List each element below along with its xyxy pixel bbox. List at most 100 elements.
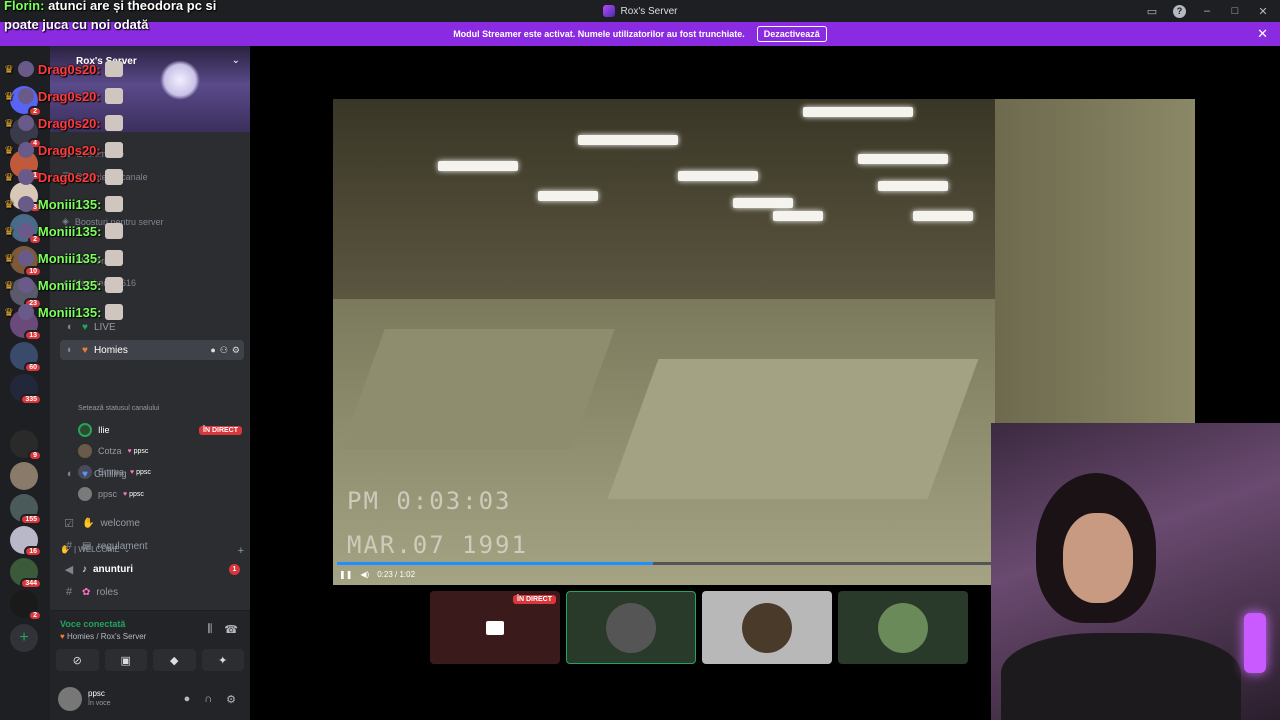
hash-icon: # <box>65 540 73 552</box>
maximize-icon[interactable]: □ <box>1228 4 1242 18</box>
user-panel: ppsc În voce ● ∩ ⚙ <box>50 679 250 720</box>
guild-icon[interactable]: 13 <box>10 310 42 341</box>
guild-icon[interactable]: 344 <box>10 558 42 589</box>
voice-member[interactable]: ppsc ♥ ppsc <box>78 485 242 503</box>
add-server-icon[interactable]: + <box>10 624 38 652</box>
channel-homies[interactable]: ◖ ♥ Homies ● ⚇ ⚙ <box>60 340 244 360</box>
server-logo-icon <box>602 5 615 17</box>
pause-icon[interactable]: ❚❚ <box>339 570 352 579</box>
participant-tile[interactable] <box>838 591 968 664</box>
channel-status[interactable]: Setează statusul canalului <box>78 405 159 412</box>
channel-chilling[interactable]: ◖ ♥ Chilling <box>60 464 244 484</box>
soundboard-button[interactable]: ✦ <box>201 649 244 671</box>
settings-icon[interactable]: ⚙ <box>232 345 240 356</box>
chat-icon[interactable]: ● <box>210 345 215 356</box>
channel-anunturi[interactable]: ◀ ♪ anunturi <box>60 559 244 579</box>
help-icon[interactable]: ? <box>1173 4 1186 18</box>
members-item[interactable]: ⚇ Membri <box>62 255 106 266</box>
member-tag: ♥ ppsc <box>127 447 149 455</box>
stream-tile[interactable]: ÎN DIRECT <box>430 591 560 664</box>
guild-icon[interactable]: 9 <box>10 430 42 461</box>
guild-icon[interactable]: 2 <box>10 214 42 245</box>
volume-icon[interactable]: ◀) <box>360 570 369 579</box>
speaker-icon: ◖ <box>65 468 73 480</box>
guild-icon[interactable]: 155 <box>10 494 42 525</box>
ceiling-light <box>538 191 598 201</box>
noise-suppression-icon[interactable]: ⫼ <box>207 623 212 636</box>
channel-label: Chilling <box>93 468 127 480</box>
progress-fill <box>337 562 653 565</box>
channel-label: Homies <box>93 344 128 356</box>
channel-welcome[interactable]: ☑ ✋ welcome <box>60 513 244 533</box>
ceiling-light <box>733 198 793 208</box>
server-name: Rox's Server <box>76 56 137 67</box>
ceiling-light <box>858 154 948 164</box>
guild-badge: 3 <box>28 202 42 213</box>
close-banner-icon[interactable]: ✕ <box>1257 26 1268 42</box>
hash-icon: # <box>65 586 73 598</box>
stream-participants: ÎN DIRECT <box>430 591 968 664</box>
voice-panel: Voce conectată ♥ Homies / Rox's Server ⫼… <box>50 610 250 720</box>
guild-icon[interactable]: 60 <box>10 342 42 373</box>
channel-sidebar: Rox's Server ⌄ ▦ Evenimente ☰ Răsfoiește c… <box>50 46 250 720</box>
disconnect-icon[interactable]: ☎ <box>224 623 238 636</box>
server-boosts-item[interactable]: ◈ Boosturi pentru server <box>62 216 163 227</box>
guild-icon[interactable]: 23 <box>10 278 42 309</box>
disable-streamer-button[interactable]: Dezactivează <box>756 26 827 42</box>
ceiling-light <box>803 107 913 117</box>
close-window-icon[interactable]: ✕ <box>1256 4 1270 18</box>
inbox-icon[interactable]: ▭ <box>1145 4 1159 18</box>
channel-roles[interactable]: # ✿ roles <box>60 582 244 602</box>
webcam-person-face <box>1063 513 1133 603</box>
events-item[interactable]: ▦ Evenimente <box>62 148 124 159</box>
headphones-icon[interactable]: ∩ <box>204 693 212 706</box>
voice-icon: ◖ <box>62 278 68 288</box>
avatar <box>742 602 792 653</box>
guild-icon[interactable]: 2 <box>10 86 42 117</box>
streamer-webcam <box>991 423 1280 720</box>
guild-icon[interactable]: 4 <box>10 118 42 149</box>
guild-icon[interactable]: 10 <box>10 246 42 277</box>
screen-share-button[interactable]: ▣ <box>104 649 147 671</box>
participant-tile[interactable] <box>566 591 696 664</box>
camera-off-button[interactable]: ⊘ <box>56 649 99 671</box>
guild-badge: 16 <box>24 546 42 557</box>
guild-icon[interactable]: 335 <box>10 374 42 405</box>
guild-icon[interactable]: 1 <box>10 150 42 181</box>
username: ppsc <box>88 689 105 698</box>
avatar[interactable] <box>58 687 82 711</box>
speaker-icon: ◖ <box>65 321 73 333</box>
participant-tile[interactable] <box>702 591 832 664</box>
user-settings-icon[interactable]: ⚙ <box>226 693 236 706</box>
server-list: 2 4 1 3 2 10 23 13 60 335 9 155 16 344 2… <box>0 46 50 720</box>
webcam-person-shirt <box>1001 633 1241 720</box>
streamer-mode-banner: Modul Streamer este activat. Numele util… <box>0 22 1280 46</box>
server-header[interactable]: Rox's Server ⌄ <box>50 46 250 132</box>
microphone-icon[interactable]: ● <box>184 693 191 706</box>
guild-icon[interactable]: 2 <box>10 590 42 621</box>
screen-share-icon <box>486 620 504 635</box>
guild-icon[interactable] <box>10 462 38 490</box>
voice-member[interactable]: Cotza ♥ ppsc <box>78 442 242 460</box>
speaker-icon: ◖ <box>65 344 73 356</box>
minimize-icon[interactable]: – <box>1200 4 1214 18</box>
guild-icon[interactable]: 16 <box>10 526 42 557</box>
voice-member[interactable]: Ilie ÎN DIRECT <box>78 421 242 439</box>
browse-channels-item[interactable]: ☰ Răsfoiește canale <box>62 171 148 182</box>
banner-text: Modul Streamer este activat. Numele util… <box>453 29 745 39</box>
blue-heart-icon: ♥ <box>82 468 88 480</box>
activities-button[interactable]: ◆ <box>153 649 196 671</box>
voice-location: ♥ Homies / Rox's Server <box>60 632 147 641</box>
avatar <box>78 444 92 458</box>
ceiling-light <box>773 211 823 221</box>
channel-live[interactable]: ◖ ♥ LIVE <box>60 317 244 337</box>
guild-badge: 1 <box>28 170 42 181</box>
voice-connected-label[interactable]: Voce conectată <box>60 619 125 629</box>
video-time: 0:23 / 1:02 <box>377 570 416 579</box>
guild-icon[interactable]: 3 <box>10 182 42 213</box>
unread-badge: 1 <box>229 564 240 575</box>
chevron-down-icon[interactable]: ⌄ <box>232 55 240 66</box>
channel-regulament[interactable]: # ▤ regulament <box>60 536 244 556</box>
invite-icon[interactable]: ⚇ <box>220 345 228 356</box>
ceiling-light <box>878 181 948 191</box>
